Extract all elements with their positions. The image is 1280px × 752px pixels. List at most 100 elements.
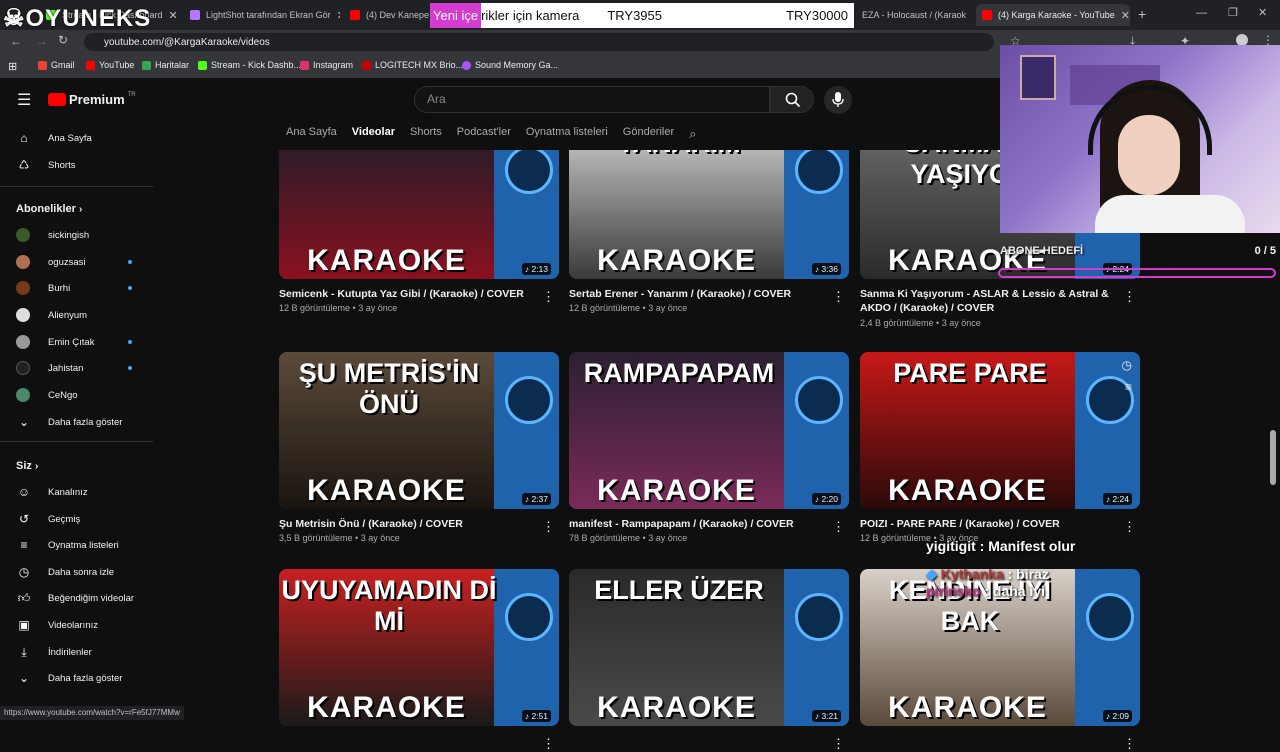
sidebar-sub-emin-citak[interactable]: Emin Çıtak [16, 332, 146, 352]
sidebar-sub-alienyum[interactable]: Alienyum [16, 305, 146, 325]
sidebar-sub-burhi[interactable]: Burhi [16, 278, 146, 298]
sidebar-item-label: CeNgo [48, 389, 78, 401]
new-content-dot [128, 286, 132, 290]
sidebar-sub-jahistan[interactable]: Jahistan [16, 358, 146, 378]
video-title[interactable]: manifest - Rampapapam / (Karaoke) / COVE… [569, 517, 831, 531]
bookmark-logitech[interactable]: LOGITECH MX Brio... [362, 60, 463, 70]
sidebar-item-home[interactable]: ⌂ Ana Sayfa [16, 128, 146, 148]
url-field[interactable]: youtube.com/@KargaKaraoke/videos [84, 33, 994, 51]
apps-icon[interactable]: ⊞ [8, 60, 17, 73]
sidebar-item-label: Shorts [48, 159, 76, 171]
back-icon[interactable]: ← [10, 34, 22, 48]
forward-icon[interactable]: → [36, 34, 48, 48]
youtube-logo[interactable]: Premium TR [48, 92, 136, 107]
video-title[interactable]: Sertab Erener - Yanarım / (Karaoke) / CO… [569, 287, 831, 301]
you-heading[interactable]: Siz › [16, 460, 38, 472]
sidebar-item-label: Emin Çıtak [48, 336, 95, 348]
page-scrollbar[interactable] [1270, 430, 1276, 485]
show-more-you[interactable]: ⌄ Daha fazla göster [16, 668, 146, 688]
sidebar-sub-oguzsasi[interactable]: oguzsasi [16, 252, 146, 272]
channel-search-icon[interactable]: ⌕ [689, 126, 696, 142]
browser-tab-2[interactable]: LightShot tarafından Ekran Gör ✕ [184, 4, 340, 26]
video-duration: ♪ 3:36 [811, 263, 841, 275]
tab-shorts[interactable]: Shorts [410, 126, 442, 142]
close-icon[interactable]: ✕ [337, 9, 340, 22]
more-options-icon[interactable]: ⋮ [1123, 736, 1136, 752]
close-icon[interactable]: ✕ [1121, 9, 1130, 22]
sidebar: ⌂ Ana Sayfa ♺ Shorts Abonelikler › sicking… [0, 123, 155, 713]
video-thumbnail[interactable]: UYUYAMADIN Dİ Mİ KARAOKE ♪ 2:51 [279, 569, 559, 726]
bookmark-instagram[interactable]: Instagram [300, 60, 353, 70]
voice-search-button[interactable] [824, 86, 852, 114]
more-options-icon[interactable]: ⋮ [832, 736, 845, 752]
sidebar-item-your-videos[interactable]: ▣ Videolarınız [16, 615, 146, 635]
game-icon [462, 60, 471, 70]
bookmark-label: Haritalar [155, 60, 190, 70]
bookmark-gmail[interactable]: Gmail [38, 60, 75, 70]
more-options-icon[interactable]: ⋮ [542, 519, 555, 535]
tab-posts[interactable]: Gönderiler [623, 126, 674, 142]
bookmark-kick[interactable]: Stream - Kick Dashb... [198, 60, 301, 70]
bookmark-label: YouTube [99, 60, 135, 70]
add-to-queue-icon[interactable]: ≡ [1125, 380, 1132, 394]
video-thumbnail[interactable]: ŞU METRİS'İN ÖNÜ KARAOKE ♪ 2:37 [279, 352, 559, 509]
browser-tab-3[interactable]: (4) Dev Kanepe Be [344, 4, 434, 26]
bookmark-youtube[interactable]: YouTube [86, 60, 134, 70]
promo-highlight: Yeni içe [430, 3, 482, 28]
more-options-icon[interactable]: ⋮ [832, 519, 845, 535]
reload-icon[interactable]: ↻ [58, 33, 68, 47]
video-thumbnail[interactable]: ELLER ÜZER KARAOKE ♪ 3:21 [569, 569, 849, 726]
browser-tab-4[interactable]: EZA - Holocaust / (Karaok ✕ [856, 4, 972, 26]
karga-mask-icon [505, 150, 553, 194]
close-icon[interactable]: ✕ [169, 9, 178, 22]
more-options-icon[interactable]: ⋮ [1123, 519, 1136, 535]
streamer-shirt [1095, 195, 1245, 233]
more-options-icon[interactable]: ⋮ [1123, 289, 1136, 305]
promo-price-1: TRY3955 [607, 8, 662, 23]
promo-text: rikler için kamera [481, 8, 580, 23]
more-options-icon[interactable]: ⋮ [542, 289, 555, 305]
sidebar-item-history[interactable]: ↺ Geçmiş [16, 509, 146, 529]
sidebar-item-downloads[interactable]: ⤓ İndirilenler [16, 642, 146, 662]
video-thumbnail[interactable]: RAMPAPAPAM KARAOKE ♪ 2:20 [569, 352, 849, 509]
more-options-icon[interactable]: ⋮ [832, 289, 845, 305]
history-icon: ↺ [18, 512, 30, 526]
video-title[interactable]: POIZI - PARE PARE / (Karaoke) / COVER [860, 517, 1122, 531]
close-window-icon[interactable]: ✕ [1258, 6, 1267, 19]
sidebar-item-liked[interactable]: 👍︎ Beğendiğim videolar [16, 588, 146, 608]
sidebar-item-playlists[interactable]: ≡ Oynatma listeleri [16, 535, 146, 555]
tab-playlists[interactable]: Oynatma listeleri [526, 126, 608, 142]
browser-tab-active[interactable]: (4) Karga Karaoke - YouTube ✕ [976, 4, 1130, 26]
video-title[interactable]: Sanma Ki Yaşıyorum - ASLAR & Lessio & As… [860, 287, 1122, 315]
channel-icon: ☺ [17, 485, 31, 499]
tab-videos[interactable]: Videolar [352, 126, 395, 142]
bookmark-sound-memory[interactable]: Sound Memory Ga... [462, 60, 558, 70]
video-thumbnail[interactable]: PARE PARE KARAOKE ♪ 2:24 [860, 352, 1140, 509]
url-text: youtube.com/@KargaKaraoke/videos [104, 36, 270, 48]
new-content-dot [128, 366, 132, 370]
video-title[interactable]: Semicenk - Kutupta Yaz Gibi / (Karaoke) … [279, 287, 541, 301]
sidebar-item-shorts[interactable]: ♺ Shorts [16, 155, 146, 175]
more-options-icon[interactable]: ⋮ [542, 736, 555, 752]
subscriptions-heading[interactable]: Abonelikler › [16, 203, 82, 215]
bookmark-maps[interactable]: Haritalar [142, 60, 189, 70]
tab-podcasts[interactable]: Podcast'ler [457, 126, 511, 142]
menu-icon[interactable]: ☰ [17, 90, 31, 110]
new-tab-button[interactable]: + [1138, 6, 1146, 22]
sidebar-sub-cengo[interactable]: CeNgo [16, 385, 146, 405]
maximize-icon[interactable]: ❐ [1228, 6, 1238, 19]
video-title[interactable]: Şu Metrisin Önü / (Karaoke) / COVER [279, 517, 541, 531]
tab-home[interactable]: Ana Sayfa [286, 126, 337, 142]
sidebar-item-label: Daha fazla göster [48, 416, 123, 428]
minimize-icon[interactable]: — [1196, 7, 1207, 19]
sidebar-item-watch-later[interactable]: ◷ Daha sonra izle [16, 562, 146, 582]
search-button[interactable] [770, 86, 814, 113]
search-input[interactable]: Ara [414, 86, 770, 113]
watch-later-icon[interactable]: ◷ [1122, 358, 1132, 372]
sidebar-item-your-channel[interactable]: ☺ Kanalınız [16, 482, 146, 502]
thumbnail-karaoke-label: KARAOKE [307, 244, 466, 277]
sidebar-sub-sickingish[interactable]: sickingish [16, 225, 146, 245]
new-content-dot [128, 260, 132, 264]
video-meta: 3,5 B görüntüleme • 3 ay önce [279, 533, 400, 543]
show-more-subscriptions[interactable]: ⌄ Daha fazla göster [16, 412, 146, 432]
